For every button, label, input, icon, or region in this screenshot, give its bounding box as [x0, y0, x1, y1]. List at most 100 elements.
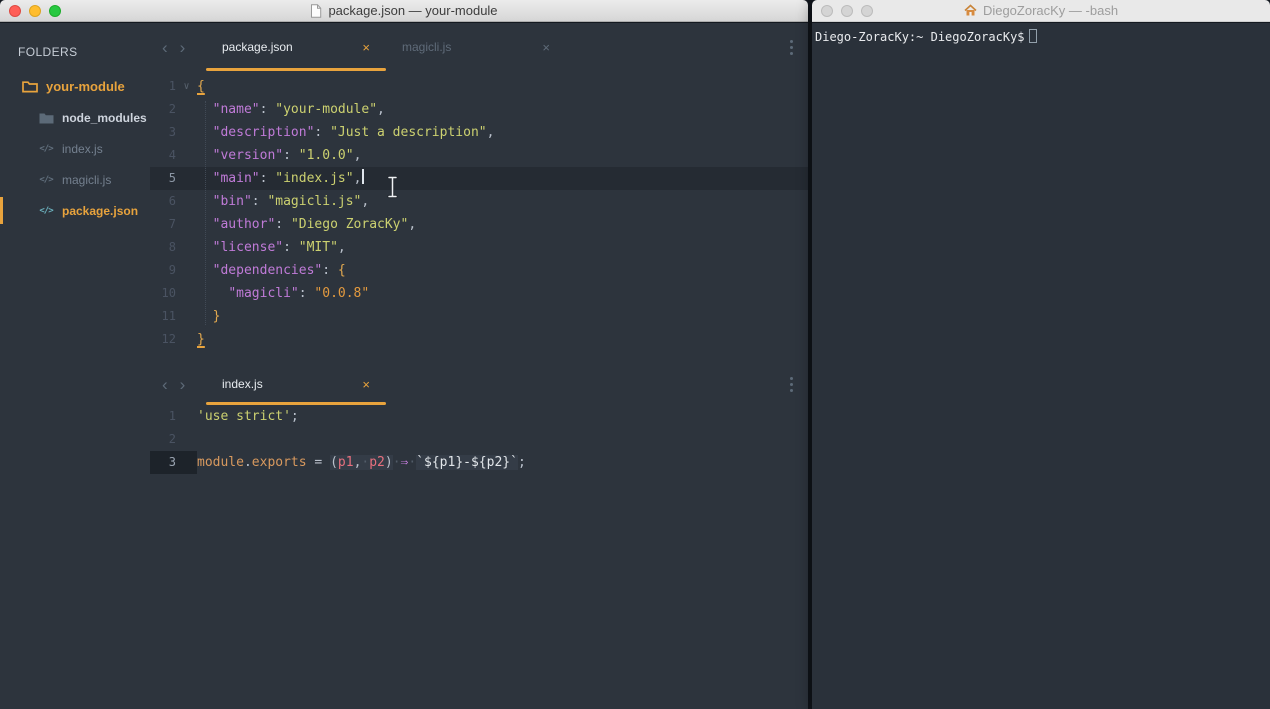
tree-item-magicli-js[interactable]: </> magicli.js [0, 164, 150, 195]
code-line[interactable]: 4 "version": "1.0.0", [150, 144, 808, 167]
code-text: { [197, 75, 205, 98]
tree-item-package-json[interactable]: </> package.json [0, 195, 150, 226]
close-window-button[interactable] [9, 5, 21, 17]
code-line[interactable]: 9 "dependencies": { [150, 259, 808, 282]
code-file-icon: </> [38, 206, 54, 216]
code-file-icon: </> [38, 144, 54, 154]
minimize-window-button[interactable] [29, 5, 41, 17]
line-number: 2 [150, 98, 176, 121]
fold-gutter [176, 190, 197, 213]
tab-package-json[interactable]: package.json × [206, 23, 386, 71]
tab-label: package.json [222, 40, 293, 54]
code-line[interactable]: 7 "author": "Diego ZoracKy", [150, 213, 808, 236]
tree-item-your-module[interactable]: your-module [0, 71, 150, 102]
close-window-button[interactable] [821, 5, 833, 17]
tab-nav-back-icon[interactable]: ‹ [162, 376, 168, 393]
folder-icon [38, 112, 54, 124]
tabs: index.js× [206, 363, 386, 405]
fold-gutter [176, 451, 197, 474]
fold-gutter [176, 282, 197, 305]
code-line[interactable]: 3module.exports = (p1,·p2)·⇒·`${p1}-${p2… [150, 451, 808, 474]
sidebar-file-tree: your-module node_modules </> index.js </> mag… [0, 71, 150, 226]
tab-index-js[interactable]: index.js× [206, 363, 386, 405]
fold-gutter [176, 405, 197, 428]
text-caret [362, 169, 364, 184]
tree-item-label: magicli.js [62, 173, 111, 187]
close-tab-icon[interactable]: × [362, 377, 370, 392]
line-number: 8 [150, 236, 176, 259]
code-text: "description": "Just a description", [197, 121, 494, 144]
terminal-titlebar[interactable]: DiegoZoracKy — -bash [812, 0, 1270, 22]
tree-item-index-js[interactable]: </> index.js [0, 133, 150, 164]
tab-bar: ‹ › index.js× [150, 363, 808, 405]
code-line[interactable]: 6 "bin": "magicli.js", [150, 190, 808, 213]
line-number: 5 [150, 167, 176, 190]
line-number: 4 [150, 144, 176, 167]
code-line[interactable]: 2 [150, 428, 808, 451]
code-file-icon: </> [38, 175, 54, 185]
editor-panes: ‹ › package.json×magicli.js× 1∨{2 "name"… [150, 23, 808, 709]
code-line[interactable]: 3 "description": "Just a description", [150, 121, 808, 144]
kebab-menu-icon[interactable] [790, 40, 793, 55]
sidebar-header: FOLDERS [0, 39, 150, 71]
code-text: "license": "MIT", [197, 236, 346, 259]
editor-pane-package-json: ‹ › package.json×magicli.js× 1∨{2 "name"… [150, 23, 808, 363]
tree-item-label: package.json [62, 204, 138, 218]
home-folder-icon [964, 4, 977, 17]
fold-gutter [176, 236, 197, 259]
code-line[interactable]: 1 'use strict'; [150, 405, 808, 428]
terminal-cursor [1029, 29, 1037, 43]
zoom-window-button[interactable] [49, 5, 61, 17]
kebab-menu-icon[interactable] [790, 377, 793, 392]
editor-pane-index-js: ‹ › index.js× 1 'use strict'; 23module.exp… [150, 363, 808, 709]
code-line[interactable]: 8 "license": "MIT", [150, 236, 808, 259]
fold-toggle-icon[interactable]: ∨ [176, 75, 197, 98]
tab-magicli-js[interactable]: magicli.js× [386, 23, 566, 71]
tab-nav-forward-icon[interactable]: › [180, 39, 186, 56]
indent-guide [205, 101, 206, 325]
zoom-window-button[interactable] [861, 5, 873, 17]
line-number: 2 [150, 428, 176, 451]
code-text: } [197, 328, 205, 351]
terminal-content[interactable]: Diego-ZoracKy:~ DiegoZoracKy$ [812, 23, 1270, 709]
folder-open-icon [22, 80, 38, 93]
code-line[interactable]: 5 "main": "index.js", [150, 167, 808, 190]
line-number: 11 [150, 305, 176, 328]
code-line[interactable]: 1∨{ [150, 75, 808, 98]
tree-item-node-modules[interactable]: node_modules [0, 102, 150, 133]
code-area[interactable]: 1∨{2 "name": "your-module",3 "descriptio… [150, 71, 808, 351]
tab-nav: ‹ › [150, 376, 206, 393]
code-line[interactable]: 2 "name": "your-module", [150, 98, 808, 121]
line-number: 7 [150, 213, 176, 236]
terminal-prompt: Diego-ZoracKy:~ DiegoZoracKy$ [815, 30, 1025, 44]
code-text: "dependencies": { [197, 259, 346, 282]
editor-window: package.json — your-module FOLDERS your-… [0, 0, 808, 709]
code-line[interactable]: 12} [150, 328, 808, 351]
line-number: 12 [150, 328, 176, 351]
editor-titlebar[interactable]: package.json — your-module [0, 0, 808, 22]
document-icon [310, 4, 322, 18]
line-number: 1 [150, 75, 176, 98]
editor-window-title: package.json — your-module [328, 3, 497, 18]
code-text: } [197, 305, 220, 328]
close-tab-icon[interactable]: × [542, 40, 550, 55]
line-number: 6 [150, 190, 176, 213]
code-area[interactable]: 1 'use strict'; 23module.exports = (p1,·p2… [150, 405, 808, 474]
code-text: "name": "your-module", [197, 98, 385, 121]
tab-nav-forward-icon[interactable]: › [180, 376, 186, 393]
terminal-window: DiegoZoracKy — -bash Diego-ZoracKy:~ Die… [812, 0, 1270, 709]
code-text: "author": "Diego ZoracKy", [197, 213, 416, 236]
fold-gutter [176, 144, 197, 167]
tree-item-label: index.js [62, 142, 103, 156]
close-tab-icon[interactable]: × [362, 40, 370, 55]
code-line[interactable]: 11 } [150, 305, 808, 328]
code-line[interactable]: 10 "magicli": "0.0.8" [150, 282, 808, 305]
editor-body: FOLDERS your-module node_modules </> index.… [0, 23, 808, 709]
tab-nav-back-icon[interactable]: ‹ [162, 39, 168, 56]
minimize-window-button[interactable] [841, 5, 853, 17]
line-number: 1 [150, 405, 176, 428]
code-text: 'use strict'; [197, 405, 299, 428]
fold-gutter [176, 259, 197, 282]
desktop: package.json — your-module FOLDERS your-… [0, 0, 1270, 709]
tree-item-label: your-module [46, 79, 125, 94]
